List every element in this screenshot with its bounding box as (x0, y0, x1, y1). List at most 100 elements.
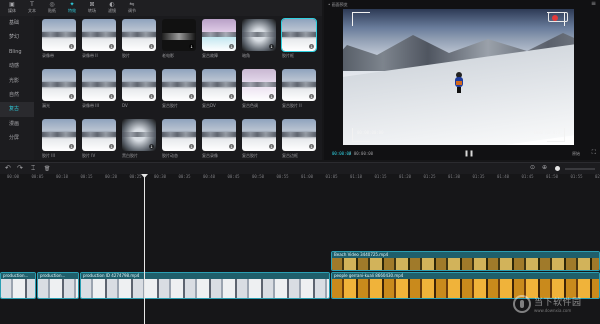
download-icon[interactable]: ↓ (109, 144, 114, 149)
category-item[interactable]: 基础 (0, 16, 34, 30)
redo-icon[interactable]: ↷ (17, 164, 23, 172)
category-item[interactable]: 光影 (0, 74, 34, 88)
toolbar-tab-label: 调节 (128, 8, 136, 13)
effect-item[interactable]: 复古DV ↓ (202, 69, 236, 109)
playhead[interactable] (144, 174, 145, 324)
toolbar-tab-label: 滤镜 (108, 8, 116, 13)
download-icon[interactable]: ↓ (229, 44, 234, 49)
effect-item[interactable]: 录像带 II ↓ (82, 19, 116, 59)
effect-label: 录像带 (42, 53, 54, 58)
download-icon[interactable]: ↓ (309, 94, 314, 99)
ruler-tick-label: 00:10 (56, 174, 69, 179)
download-icon[interactable]: ↓ (109, 94, 114, 99)
toolbar-tab-filter[interactable]: ◐ 滤镜 (102, 0, 122, 16)
download-icon[interactable]: ↓ (149, 144, 154, 149)
ruler-tick-label: 01:40 (497, 174, 510, 179)
download-icon[interactable]: ↓ (269, 94, 274, 99)
category-item[interactable]: 分屏 (0, 131, 34, 145)
ruler-tick-label: 00:45 (227, 174, 240, 179)
toolbar-tab-label: 转场 (88, 8, 96, 13)
effect-item[interactable]: 复古故障 ↓ (202, 19, 236, 59)
main-clip[interactable]: production... (37, 272, 79, 299)
download-icon[interactable]: ↓ (149, 94, 154, 99)
download-icon[interactable]: ↓ (229, 94, 234, 99)
effect-item[interactable]: 暗角 ↓ (242, 19, 276, 59)
toolbar-tab-adjust[interactable]: ⇋ 调节 (122, 0, 142, 16)
category-item[interactable]: 自然 (0, 88, 34, 102)
effect-item[interactable]: 复古录像 ↓ (202, 119, 236, 159)
main-clip[interactable]: production ID 4274798.mp4 (80, 272, 330, 299)
download-icon[interactable]: ↓ (69, 44, 74, 49)
effect-label: 复古胶片 (242, 153, 258, 158)
main-clip[interactable]: production... (0, 272, 36, 299)
effect-item[interactable]: 复古边框 ↓ (282, 119, 316, 159)
download-icon[interactable]: ↓ (109, 44, 114, 49)
effect-item[interactable]: 复古胶片 ↓ (162, 69, 196, 109)
aspect-ratio-select[interactable]: 原始 (572, 151, 580, 157)
effect-item[interactable]: 胶片 ↓ (122, 19, 156, 59)
download-icon[interactable]: ↓ (309, 44, 314, 49)
effect-item[interactable]: 录像带 III ↓ (82, 69, 116, 109)
effect-label: 录像带 II (82, 53, 98, 58)
pause-icon[interactable]: ❚❚ (464, 150, 474, 157)
video-preview[interactable]: 00:00:00:00 1080 HD 4:3 (343, 9, 574, 145)
effect-item[interactable]: 复古胶片 ↓ (242, 119, 276, 159)
toolbar-tab-effects[interactable]: ✦ 特效 (62, 0, 82, 16)
effect-item[interactable]: DV ↓ (122, 69, 156, 109)
overlay-clip[interactable]: Beach Video 3440725.mp4 (331, 251, 600, 271)
menu-icon[interactable]: ≡ (591, 0, 596, 7)
toolbar-tab-media[interactable]: ▣ 媒体 (2, 0, 22, 16)
category-item[interactable]: Bling (0, 45, 34, 59)
ruler-tick-label: 01:45 (521, 174, 534, 179)
zoom-slider-knob[interactable] (555, 166, 560, 171)
effect-item[interactable]: 录像带 ↓ (42, 19, 76, 59)
effect-item[interactable]: 胶片 IV ↓ (82, 119, 116, 159)
zoom-slider[interactable] (565, 168, 595, 170)
download-icon[interactable]: ↓ (189, 144, 194, 149)
effect-label: 复古胶片 II (282, 103, 302, 108)
category-item[interactable]: 漫画 (0, 117, 34, 131)
category-item[interactable]: 动感 (0, 59, 34, 73)
rec-dot-icon (552, 15, 558, 21)
toolbar-tab-label: 特效 (68, 8, 76, 13)
clip-thumbnails (1, 279, 35, 298)
watermark-logo-icon (513, 295, 531, 313)
toolbar-tab-sticker[interactable]: ◎ 贴纸 (42, 0, 62, 16)
effect-label: 黑白胶片 (122, 153, 138, 158)
split-icon[interactable]: ⌶ (31, 164, 35, 173)
effects-panel: 录像带 ↓ 录像带 II ↓ 胶片 ↓ 老电影 ↓ 复古故障 ↓ 暗角 ↓ 胶片框 ↓ 漏光 ↓ 录像带 III… (34, 16, 322, 160)
category-item[interactable]: 复古 (0, 102, 34, 117)
download-icon[interactable]: ↓ (269, 44, 274, 49)
ruler-tick-label: 01:20 (399, 174, 412, 179)
download-icon[interactable]: ↓ (269, 144, 274, 149)
download-icon[interactable]: ↓ (149, 44, 154, 49)
effect-item[interactable]: 漏光 ↓ (42, 69, 76, 109)
toolbar-tab-transition[interactable]: ⊠ 转场 (82, 0, 102, 16)
download-icon[interactable]: ↓ (69, 94, 74, 99)
category-item[interactable]: 梦幻 (0, 30, 34, 44)
download-icon[interactable]: ↓ (229, 144, 234, 149)
clip-thumbnails (38, 279, 78, 298)
timeline-ruler[interactable]: 00:00 00:05 00:10 00:15 00:20 00:25 00:30 00:35… (0, 174, 600, 182)
fullscreen-icon[interactable]: ⛶ (592, 149, 596, 157)
download-icon[interactable]: ↓ (309, 144, 314, 149)
effect-item[interactable]: 胶片 III ↓ (42, 119, 76, 159)
effect-item[interactable]: 胶片动态 ↓ (162, 119, 196, 159)
undo-icon[interactable]: ↶ (5, 164, 11, 172)
effect-item[interactable]: 胶片框 ↓ (281, 18, 317, 59)
effect-item[interactable]: 复古胶片 II ↓ (282, 69, 316, 109)
download-icon[interactable]: ↓ (189, 94, 194, 99)
download-icon[interactable]: ↓ (189, 44, 194, 49)
ruler-tick-label: 00:40 (203, 174, 216, 179)
magnet-icon[interactable]: ⊙ (530, 164, 535, 171)
effect-item[interactable]: 复古色调 ↓ (242, 69, 276, 109)
effect-label: 复古故障 (202, 53, 218, 58)
delete-icon[interactable]: 🗑 (44, 166, 50, 172)
effect-item[interactable]: 老电影 ↓ (162, 19, 196, 59)
effect-item[interactable]: 黑白胶片 ↓ (122, 119, 156, 159)
download-icon[interactable]: ↓ (69, 144, 74, 149)
timeline-tracks[interactable]: Beach Video 3440725.mp4 production... pr… (0, 182, 600, 324)
toolbar-tab-text[interactable]: T 文本 (22, 0, 42, 16)
ruler-tick-label: 01:10 (350, 174, 363, 179)
link-icon[interactable]: ⊕ (542, 164, 547, 171)
